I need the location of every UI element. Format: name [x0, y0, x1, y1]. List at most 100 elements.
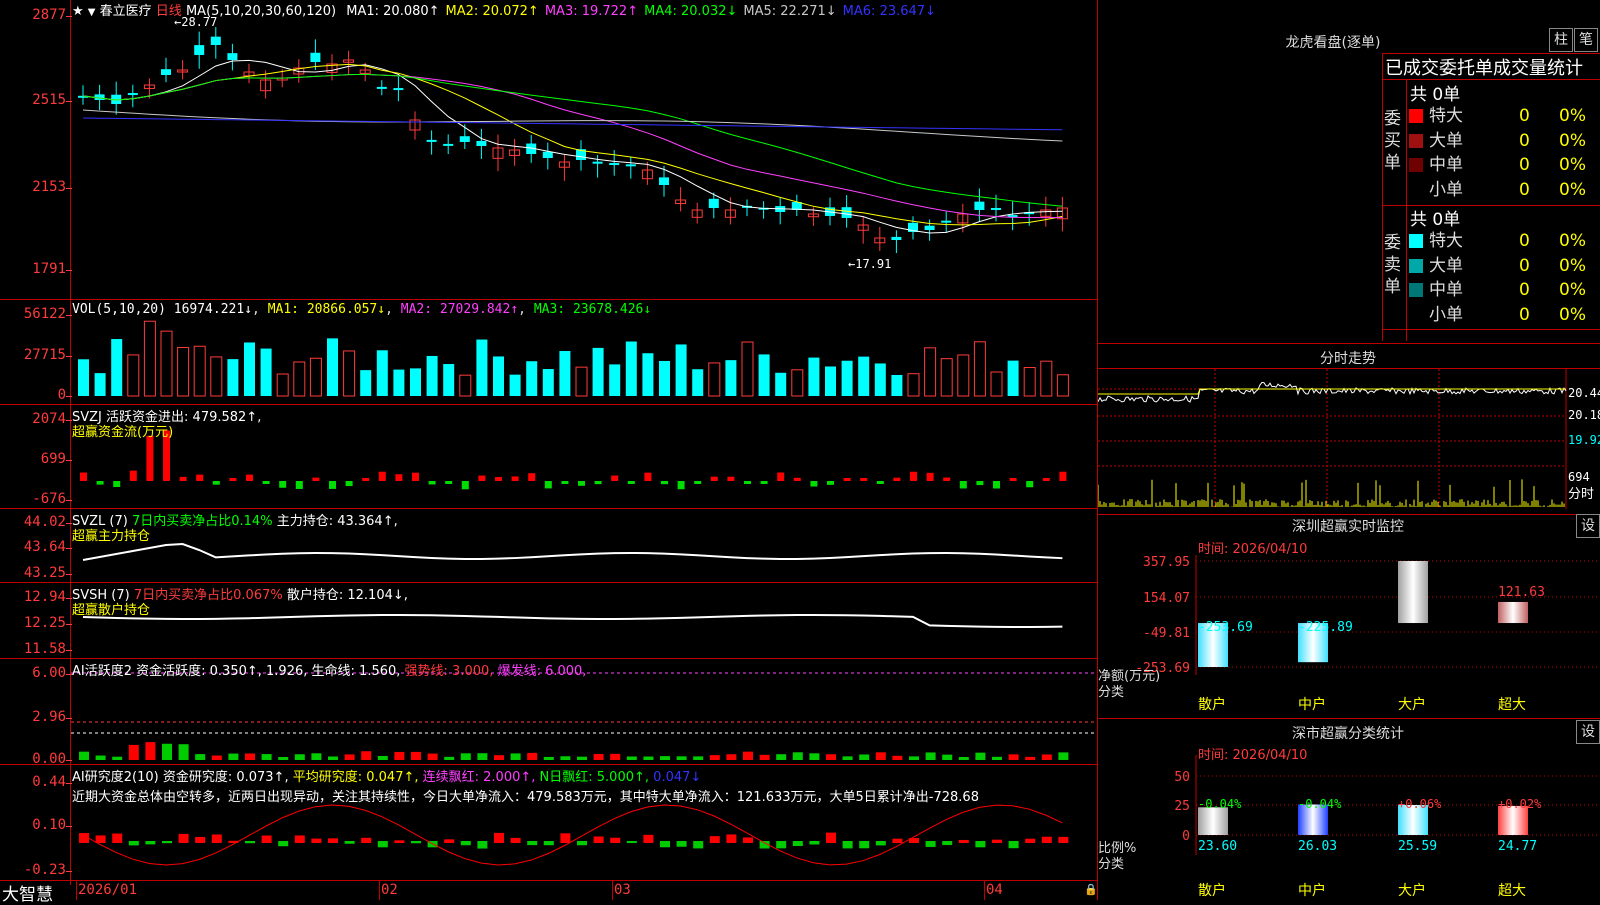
fund-flow-bar [428, 481, 436, 485]
candle-body [924, 225, 935, 230]
tick-view-button[interactable]: 笔 [1574, 28, 1598, 52]
activity-bar [278, 756, 289, 760]
category-label: 大户 [1398, 882, 1426, 899]
research-bar [992, 839, 1002, 843]
fund-flow-bar [544, 481, 552, 489]
svzl-net: 7日内买卖净占比0.14% [131, 514, 273, 529]
fund-flow-bar [146, 435, 154, 481]
ma10-line [82, 63, 1063, 226]
research-bar [577, 841, 587, 846]
volume-bar [625, 341, 637, 396]
activity-bar [660, 756, 670, 760]
fund-flow-bar [578, 481, 585, 486]
volume-bar [160, 330, 173, 397]
research-bar [510, 837, 521, 843]
candle-body [841, 207, 852, 218]
candle-body [891, 236, 902, 240]
bar-view-button[interactable]: 柱 [1549, 28, 1573, 52]
fund-flow-bar [744, 481, 751, 484]
fund-flow-bar [129, 470, 137, 481]
research-bar [1058, 836, 1069, 843]
research-bar [328, 838, 338, 843]
intraday-vol-label: 694 [1568, 470, 1590, 484]
activity-bar [411, 751, 421, 760]
volume-bar [957, 354, 970, 397]
fund-flow-bar [329, 481, 336, 489]
volume-bar [858, 356, 870, 396]
activity-bar [211, 755, 222, 760]
volume-bar [410, 368, 421, 396]
fund-flow-bar [793, 477, 801, 481]
classify-chart: 75 50 25 0 比例%分类 23.60 散户 26.03 中户 25.59 大户 24.77 超大… [1098, 755, 1598, 899]
activity-bar [344, 754, 355, 760]
volume-bar [493, 356, 504, 396]
activity-bar [328, 756, 338, 760]
activity-bar [527, 752, 538, 760]
chart-ylabel: 净额(万元) [1098, 669, 1160, 684]
fund-flow-bar [611, 475, 619, 481]
volume-bar [642, 353, 654, 396]
activity-bar [842, 756, 853, 760]
fund-flow-bar [677, 481, 685, 490]
axis-label-ai_active: 2.96 [32, 709, 66, 725]
activity-bar [427, 753, 438, 760]
lhb-stat-title: 已成交委托单成交量统计 [1385, 58, 1583, 79]
candle-body [941, 220, 952, 223]
classify-settings-button[interactable]: 设 [1576, 720, 1600, 744]
svzj-subtitle: 超赢资金流(万元) [72, 425, 174, 440]
candle-body [459, 136, 470, 142]
research-bar [494, 832, 504, 843]
app-logo: 大智慧 [2, 885, 53, 905]
intraday-price-label: 20.44 [1568, 386, 1600, 400]
volume-bar [575, 366, 588, 397]
lhb-row-pct: 0% [1559, 155, 1586, 175]
activity-bar [676, 756, 687, 760]
fund-flow-bar [196, 474, 204, 481]
kline-chart-area[interactable]: ★ ▼ 春立医疗 日线 MA(5,10,20,30,60,120) MA1: 2… [0, 0, 1098, 905]
fund-flow-bar [993, 481, 1000, 489]
volume-bar [111, 339, 123, 396]
volume-bar [940, 358, 953, 397]
ai-research-text3: 连续飘红: 2.000↑, [422, 770, 536, 785]
lhb-row-pct: 0% [1559, 255, 1586, 276]
lhb-row-pct: 0% [1559, 280, 1586, 300]
fund-flow-bar [461, 481, 469, 490]
lhb-row: 大单 0 0% [1409, 254, 1599, 278]
chart-axis-label: 50 [1174, 770, 1190, 785]
research-bar [610, 837, 621, 843]
fund-flow-bar [395, 474, 403, 481]
sell-total: 共 0单 [1410, 210, 1461, 230]
volume-bar [1007, 360, 1019, 396]
fund-flow-bar [445, 481, 453, 484]
right-panel: 龙虎看盘(逐单) 柱 笔 已成交委托单成交量统计 委买单 委卖单 共 0单 共 … [1098, 0, 1600, 900]
fund-flow-bar [495, 477, 502, 481]
activity-bar [444, 756, 455, 760]
monitor-settings-button[interactable]: 设 [1576, 514, 1600, 538]
axis-label-svzl: 43.25 [23, 565, 66, 581]
research-bar [95, 835, 106, 843]
fund-flow-bar [976, 481, 984, 486]
svsh-hold: 散户持仓: 12.104↓, [286, 588, 408, 603]
low-price-label: ←17.91 [848, 257, 891, 271]
research-bar [245, 841, 255, 844]
activity-bar [809, 753, 820, 760]
activity-bar [593, 754, 604, 760]
activity-bar [245, 753, 255, 760]
activity-bar [377, 755, 388, 760]
fund-flow-bar [860, 478, 868, 481]
intraday-chart[interactable]: 20.44 20.18 19.92 694 分时 [1098, 369, 1600, 514]
lock-icon[interactable]: 🔒 [1084, 883, 1098, 896]
fund-flow-bar [827, 481, 834, 485]
research-bar [875, 841, 886, 846]
lhb-row-count: 0 [1519, 255, 1530, 276]
lhb-row-pct: 0% [1559, 231, 1586, 251]
research-bar [709, 836, 720, 843]
lhb-row-name: 特大 [1429, 106, 1463, 126]
kline-svg: ←28.77 ←17.91 [71, 15, 1097, 866]
volume-bar [907, 373, 920, 397]
activity-bar [743, 751, 753, 760]
lhb-row-name: 小单 [1429, 304, 1463, 325]
research-line [82, 804, 1063, 866]
lhb-row-count: 0 [1519, 155, 1530, 175]
axis-label-ai_active: 0.00 [32, 751, 66, 767]
